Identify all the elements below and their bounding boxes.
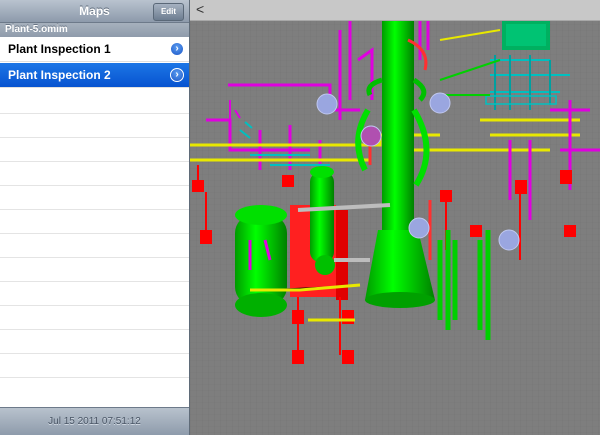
divider <box>0 257 189 258</box>
list-item-label: Plant Inspection 2 <box>8 68 111 82</box>
navigation-bar: Maps Edit <box>0 0 189 23</box>
edit-button[interactable]: Edit <box>153 3 184 21</box>
model-viewport[interactable] <box>190 0 600 435</box>
divider <box>0 305 189 306</box>
divider <box>0 329 189 330</box>
divider <box>0 113 189 114</box>
list-item-plant-inspection-1[interactable]: Plant Inspection 1 › <box>0 37 189 62</box>
back-button[interactable]: < <box>196 1 204 17</box>
divider <box>0 353 189 354</box>
chevron-right-icon[interactable]: › <box>170 42 184 56</box>
divider <box>0 161 189 162</box>
chevron-right-icon[interactable]: › <box>170 68 184 82</box>
inspection-marker[interactable] <box>498 229 520 251</box>
maps-sidebar: Maps Edit Plant-5.omim Plant Inspection … <box>0 0 190 435</box>
list-item-plant-inspection-2[interactable]: Plant Inspection 2 › <box>0 63 189 88</box>
divider <box>0 137 189 138</box>
divider <box>0 185 189 186</box>
divider <box>0 281 189 282</box>
sidebar-footer: Jul 15 2011 07:51:12 <box>0 407 189 435</box>
inspection-marker[interactable] <box>408 217 430 239</box>
plant-3d-model[interactable] <box>190 0 600 435</box>
divider <box>0 209 189 210</box>
inspection-marker[interactable] <box>316 93 338 115</box>
timestamp: Jul 15 2011 07:51:12 <box>48 416 141 427</box>
divider <box>0 233 189 234</box>
inspection-marker[interactable] <box>360 125 382 147</box>
inspection-marker[interactable] <box>429 92 451 114</box>
divider <box>0 377 189 378</box>
section-header: Plant-5.omim <box>0 23 189 37</box>
list-item-label: Plant Inspection 1 <box>8 42 111 56</box>
viewer-toolbar: < <box>190 0 600 21</box>
